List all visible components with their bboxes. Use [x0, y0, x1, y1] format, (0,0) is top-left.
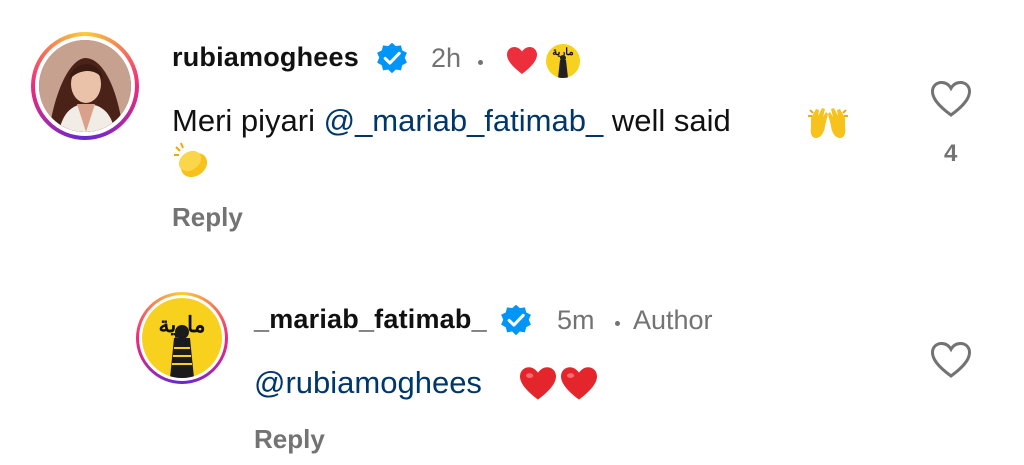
red-heart-emoji — [561, 367, 597, 400]
like-heart-outline-icon[interactable] — [930, 80, 972, 118]
like-count: 4 — [944, 140, 958, 167]
separator-dot — [615, 321, 620, 326]
comment-text: Meri piyari @_mariab_fatimab_ well said — [172, 101, 862, 141]
comment-timestamp: 2h — [431, 43, 462, 73]
verified-badge-icon — [501, 304, 531, 336]
author-tag: Author — [633, 305, 713, 335]
comment-text: @rubiamoghees — [254, 363, 482, 403]
logo-figure-icon — [558, 55, 568, 78]
mention-link[interactable]: @rubiamoghees — [254, 365, 482, 400]
separator-dot — [478, 60, 483, 65]
comment-timestamp: 5m — [557, 305, 595, 335]
like-heart-outline-icon[interactable] — [930, 341, 972, 379]
profile-photo — [39, 40, 131, 132]
comment-username[interactable]: rubiamoghees — [172, 42, 359, 73]
mention-link[interactable]: @_mariab_fatimab_ — [324, 103, 604, 138]
raising-hands-emoji — [808, 108, 848, 138]
verified-badge-icon — [377, 42, 407, 74]
avatar: مارية — [142, 298, 222, 378]
avatar — [39, 40, 131, 132]
logo-figure-icon — [170, 325, 194, 378]
creator-avatar-mini: مارية — [546, 44, 580, 78]
reply-button[interactable]: Reply — [172, 202, 243, 233]
red-heart-emoji — [520, 367, 556, 400]
clapping-hands-emoji — [174, 142, 208, 178]
comment-text-prefix: Meri piyari — [172, 103, 324, 138]
comment-text-suffix: well said — [603, 103, 731, 138]
creator-liked-heart-icon — [507, 47, 537, 74]
comment-username[interactable]: _mariab_fatimab_ — [254, 304, 487, 335]
reply-button[interactable]: Reply — [254, 424, 325, 455]
avatar-story-ring[interactable] — [31, 32, 139, 140]
avatar-story-ring[interactable]: مارية — [136, 292, 228, 384]
